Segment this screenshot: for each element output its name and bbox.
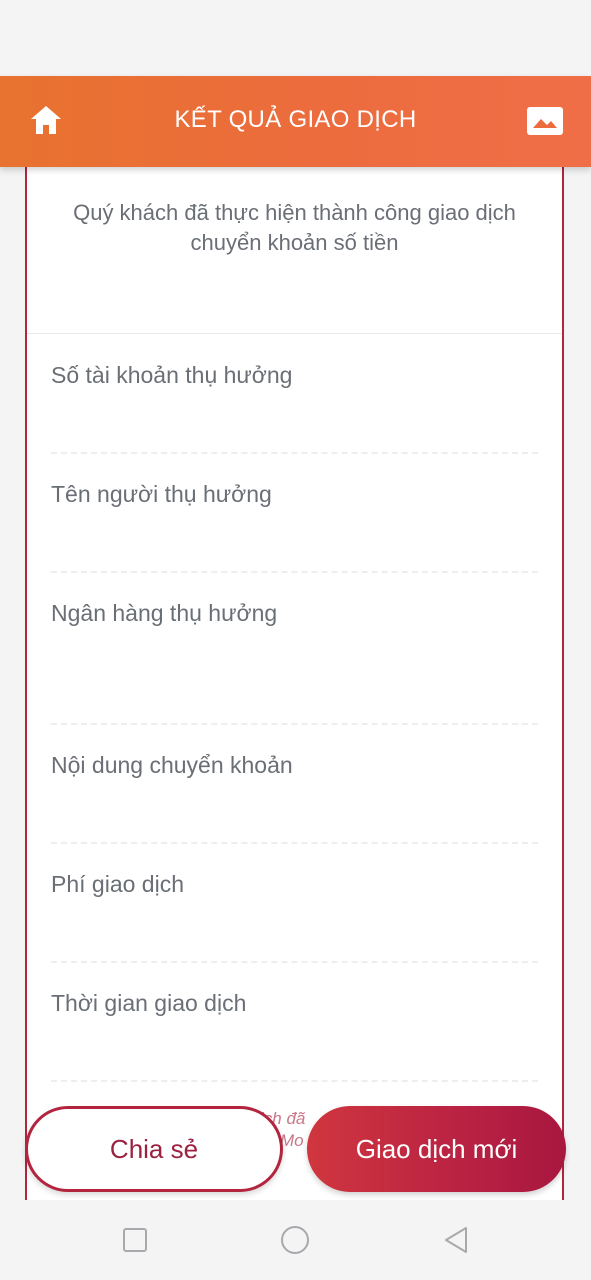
field-transfer-content: Nội dung chuyển khoản <box>51 752 538 779</box>
field-label: Thời gian giao dịch <box>51 990 247 1016</box>
triangle-back-icon[interactable] <box>438 1222 474 1258</box>
success-message: Quý khách đã thực hiện thành công giao d… <box>73 200 516 255</box>
divider <box>51 723 538 725</box>
divider <box>51 571 538 573</box>
new-transaction-button[interactable]: Giao dịch mới <box>307 1106 566 1192</box>
field-label: Số tài khoản thụ hưởng <box>51 362 293 388</box>
top-app-bar: KẾT QUẢ GIAO DỊCH <box>0 76 591 167</box>
field-transaction-fee: Phí giao dịch <box>51 871 538 898</box>
field-label: Tên người thụ hưởng <box>51 481 272 507</box>
divider <box>51 842 538 844</box>
status-bar <box>0 0 591 76</box>
divider <box>27 333 562 334</box>
field-beneficiary-bank: Ngân hàng thụ hưởng <box>51 600 538 627</box>
divider <box>51 1080 538 1082</box>
transaction-result-card: Quý khách đã thực hiện thành công giao d… <box>25 150 564 1200</box>
divider <box>51 961 538 963</box>
field-beneficiary-name: Tên người thụ hưởng <box>51 481 538 508</box>
field-transaction-time: Thời gian giao dịch <box>51 990 538 1017</box>
system-navigation-bar <box>0 1200 591 1280</box>
image-icon[interactable] <box>526 106 564 136</box>
amount-watermark <box>347 260 487 300</box>
field-label: Nội dung chuyển khoản <box>51 752 293 778</box>
circle-icon[interactable] <box>277 1222 313 1258</box>
field-label: Phí giao dịch <box>51 871 184 897</box>
square-icon[interactable] <box>117 1222 153 1258</box>
page-title: KẾT QUẢ GIAO DỊCH <box>174 106 417 133</box>
field-label: Ngân hàng thụ hưởng <box>51 600 278 626</box>
divider <box>51 452 538 454</box>
field-beneficiary-account: Số tài khoản thụ hưởng <box>51 362 538 389</box>
share-button[interactable]: Chia sẻ <box>25 1106 283 1192</box>
